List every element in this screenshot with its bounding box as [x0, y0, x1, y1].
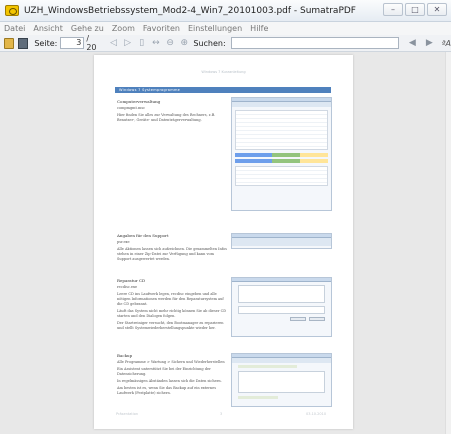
block-heading: Reparatur CD — [117, 278, 146, 283]
section-title-bar: Windows 7 Systemprogramme — [115, 87, 331, 93]
block-computerverwaltung: Computerverwaltung compmgmt.msc Hier fin… — [117, 99, 227, 123]
block-command: compmgmt.msc — [117, 106, 146, 110]
maximize-button[interactable]: □ — [405, 3, 425, 16]
block-text: In regelmässigen Abständen lassen sich d… — [117, 379, 222, 383]
menu-hilfe[interactable]: Hilfe — [250, 24, 268, 33]
window-controls: – □ ✕ — [383, 3, 447, 16]
page-total: / 20 — [86, 34, 97, 52]
find-next-icon[interactable]: ▶ — [426, 38, 433, 48]
fit-width-icon[interactable]: ↔ — [152, 38, 160, 48]
block-heading: Computerverwaltung — [117, 99, 161, 104]
fit-page-icon[interactable]: ▯ — [138, 38, 146, 48]
block-command: recdisc.exe — [117, 285, 138, 289]
menu-einstellungen[interactable]: Einstellungen — [188, 24, 242, 33]
zoom-in-icon[interactable]: ⊕ — [180, 38, 189, 48]
document-viewport[interactable]: Windows 7 Kurzanleitung Windows 7 System… — [0, 52, 445, 434]
block-text: Läuft das System nicht mehr richtig könn… — [117, 309, 227, 318]
menu-zoom[interactable]: Zoom — [112, 24, 135, 33]
match-case-icon[interactable]: ªA — [442, 39, 451, 48]
search-input[interactable] — [230, 37, 399, 49]
print-icon[interactable] — [18, 37, 29, 49]
close-button[interactable]: ✕ — [427, 3, 447, 16]
menu-gehe-zu[interactable]: Gehe zu — [71, 24, 104, 33]
screenshot-backup — [231, 353, 332, 407]
vertical-scrollbar[interactable] — [445, 52, 451, 434]
window-title: UZH_WindowsBetriebssystem_Mod2-4_Win7_20… — [24, 5, 356, 16]
page-header: Windows 7 Kurzanleitung — [201, 70, 246, 74]
previous-page-icon[interactable]: ◁ — [109, 38, 117, 48]
block-text: Der Startreiniger versucht, den Bootmana… — [117, 321, 224, 330]
zoom-out-icon[interactable]: ⊖ — [166, 38, 174, 48]
title-bar: UZH_WindowsBetriebssystem_Mod2-4_Win7_20… — [0, 0, 451, 22]
toolbar: Seite: 3 / 20 ◁ ▷ ▯ ↔ ⊖ ⊕ Suchen: ◀ ▶ ªA — [0, 34, 451, 52]
block-text: Alle Aktionen lassen sich aufzeichnen. D… — [117, 247, 227, 261]
page-number-input[interactable]: 3 — [60, 37, 85, 49]
screenshot-computerverwaltung — [231, 97, 332, 211]
page-footer-right: 03.10.2010 — [306, 412, 327, 416]
block-command: psr.exe — [117, 240, 130, 244]
page-footer-left: Präsentation — [116, 412, 139, 416]
screenshot-recdisc — [231, 277, 332, 337]
block-backup: Backup Alle Programme > Wartung > Sicher… — [117, 353, 227, 396]
pdf-page: Windows 7 Kurzanleitung Windows 7 System… — [94, 55, 353, 429]
menu-favoriten[interactable]: Favoriten — [143, 24, 180, 33]
page-footer-center: 3 — [220, 412, 223, 416]
menu-bar: Datei Ansicht Gehe zu Zoom Favoriten Ein… — [0, 22, 451, 35]
block-text: Am besten ist es, wenn Sie das Backup au… — [117, 386, 217, 395]
page-label: Seite: — [34, 38, 58, 48]
block-support: Angaben für den Support psr.exe Alle Akt… — [117, 233, 227, 262]
search-label: Suchen: — [193, 38, 226, 48]
menu-ansicht[interactable]: Ansicht — [33, 24, 63, 33]
block-heading: Backup — [117, 353, 133, 358]
open-folder-icon[interactable] — [4, 37, 15, 49]
block-command: Alle Programme > Wartung > Sichern und W… — [117, 360, 225, 364]
find-previous-icon[interactable]: ◀ — [409, 38, 416, 48]
minimize-button[interactable]: – — [383, 3, 403, 16]
block-text: Hier finden Sie alles zur Verwaltung des… — [117, 113, 216, 122]
block-heading: Angaben für den Support — [117, 233, 169, 238]
sumatra-app-icon — [5, 5, 19, 16]
screenshot-psr — [231, 233, 332, 249]
next-page-icon[interactable]: ▷ — [124, 38, 132, 48]
block-text: Leere CD ins Laufwerk legen, recdisc ein… — [117, 292, 224, 306]
block-text: Ein Assistent unterstützt Sie bei der Ei… — [117, 367, 211, 376]
menu-datei[interactable]: Datei — [4, 24, 25, 33]
block-reparatur-cd: Reparatur CD recdisc.exe Leere CD ins La… — [117, 278, 227, 331]
section-title: Windows 7 Systemprogramme — [119, 88, 181, 92]
